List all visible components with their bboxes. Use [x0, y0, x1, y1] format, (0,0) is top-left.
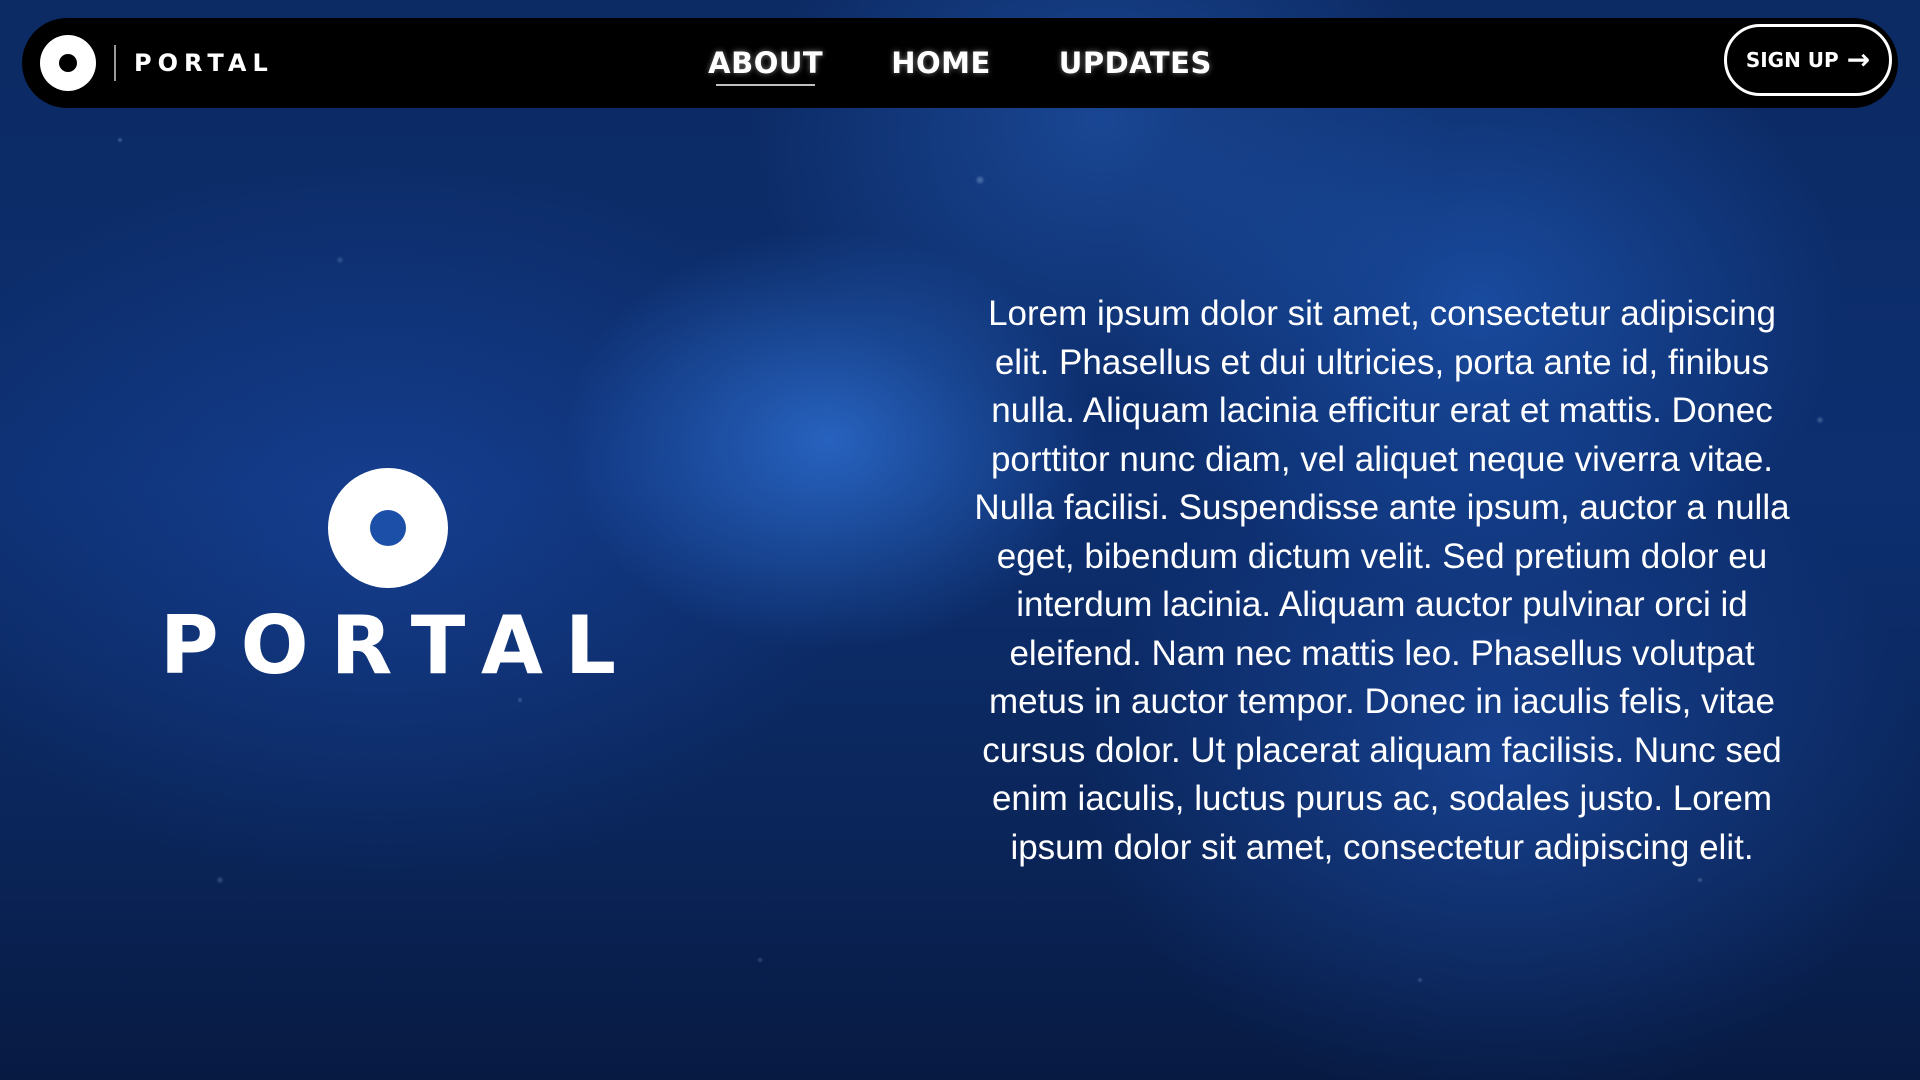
- ring-logo-icon: [328, 468, 448, 588]
- nav-links: ABOUT HOME UPDATES: [22, 18, 1898, 108]
- top-navbar: PORTAL ABOUT HOME UPDATES SIGN UP →: [22, 18, 1898, 108]
- hero-logo: PORTAL: [160, 468, 616, 686]
- nav-link-updates[interactable]: UPDATES: [1059, 46, 1212, 80]
- intro-paragraph: Lorem ipsum dolor sit amet, consectetur …: [974, 294, 1790, 867]
- nav-link-about[interactable]: ABOUT: [708, 46, 823, 86]
- sign-up-label: SIGN UP: [1745, 48, 1839, 72]
- nav-link-home[interactable]: HOME: [891, 46, 991, 80]
- sign-up-button[interactable]: SIGN UP →: [1724, 24, 1892, 96]
- arrow-right-icon: →: [1846, 43, 1871, 76]
- hero-brand-name: PORTAL: [160, 599, 638, 692]
